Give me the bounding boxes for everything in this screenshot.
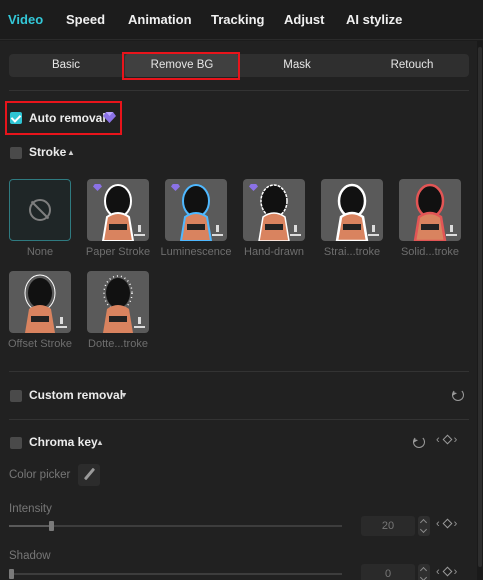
scrollbar-thumb[interactable] [478,47,482,567]
stroke-option-none[interactable] [9,179,71,241]
tab-video[interactable]: Video [8,12,43,27]
stroke-option-solid-stroke[interactable] [399,179,461,241]
download-icon[interactable] [446,225,457,236]
stroke-option-label: Luminescence [160,246,232,258]
subtab-basic[interactable]: Basic [9,54,123,77]
sub-tab-bar: Basic Remove BG Mask Retouch [9,54,469,77]
tab-adjust[interactable]: Adjust [284,12,324,27]
stroke-option-offset-stroke[interactable] [9,271,71,333]
auto-removal-checkbox[interactable] [10,112,22,124]
chroma-key-label: Chroma key [29,435,98,449]
download-icon[interactable] [290,225,301,236]
keyframe-nav[interactable]: ‹ › [436,566,458,578]
divider [9,90,469,91]
stroke-checkbox[interactable] [10,147,22,159]
keyframe-diamond-icon[interactable] [442,566,453,577]
stroke-option-label: Hand-drawn [244,246,304,258]
stroke-option-label: Paper Stroke [85,246,151,258]
stroke-option-label: Offset Stroke [8,338,72,350]
stroke-option-dotted-stroke[interactable] [87,271,149,333]
none-icon [29,199,51,221]
download-icon[interactable] [368,225,379,236]
stroke-option-luminescence[interactable] [165,179,227,241]
reset-icon[interactable] [413,436,425,448]
subtab-retouch[interactable]: Retouch [355,54,469,77]
keyframe-diamond-icon[interactable] [442,434,453,445]
premium-gem-icon [103,112,116,123]
stroke-label: Stroke [29,145,67,159]
download-icon[interactable] [212,225,223,236]
keyframe-nav[interactable]: ‹ › [436,518,458,530]
stroke-option-straight-stroke[interactable] [321,179,383,241]
stroke-option-label: Dotte...troke [88,338,148,350]
shadow-slider[interactable] [9,569,342,579]
chevron-up-icon[interactable]: ▲ [96,438,104,447]
scrollbar[interactable] [477,41,483,580]
shadow-stepper[interactable] [418,564,430,580]
subtab-mask[interactable]: Mask [240,54,354,77]
chroma-key-checkbox[interactable] [10,437,22,449]
custom-removal-checkbox[interactable] [10,390,22,402]
divider [9,371,469,372]
keyframe-diamond-icon[interactable] [442,518,453,529]
stroke-option-paper-stroke[interactable] [87,179,149,241]
intensity-label: Intensity [9,503,52,515]
download-icon[interactable] [56,317,67,328]
color-picker-label: Color picker [9,469,71,481]
intensity-slider[interactable] [9,521,342,531]
auto-removal-label: Auto removal [29,111,106,125]
subtab-remove-bg[interactable]: Remove BG [125,54,239,77]
divider [9,419,469,420]
shadow-slider-thumb[interactable] [9,569,14,579]
chevron-up-icon[interactable]: ▲ [67,148,75,157]
intensity-slider-fill [9,525,49,527]
stroke-option-label: None [26,246,54,258]
chevron-down-icon[interactable]: ▲ [120,391,128,400]
stroke-option-label: Strai...troke [323,246,381,258]
stroke-option-label: Solid...troke [400,246,460,258]
stroke-option-hand-drawn[interactable] [243,179,305,241]
tab-tracking[interactable]: Tracking [211,12,264,27]
top-nav: Video Speed Animation Tracking Adjust AI… [0,0,483,40]
custom-removal-label: Custom removal [29,388,124,402]
intensity-slider-thumb[interactable] [49,521,54,531]
intensity-value[interactable]: 20 [361,516,415,536]
eyedropper-icon[interactable] [78,464,100,486]
reset-icon[interactable] [452,389,464,401]
tab-ai-stylize[interactable]: AI stylize [346,12,402,27]
tab-speed[interactable]: Speed [66,12,105,27]
keyframe-nav[interactable]: ‹ › [436,434,458,446]
shadow-label: Shadow [9,550,51,562]
tab-animation[interactable]: Animation [128,12,192,27]
shadow-value[interactable]: 0 [361,564,415,580]
download-icon[interactable] [134,317,145,328]
intensity-stepper[interactable] [418,516,430,536]
download-icon[interactable] [134,225,145,236]
